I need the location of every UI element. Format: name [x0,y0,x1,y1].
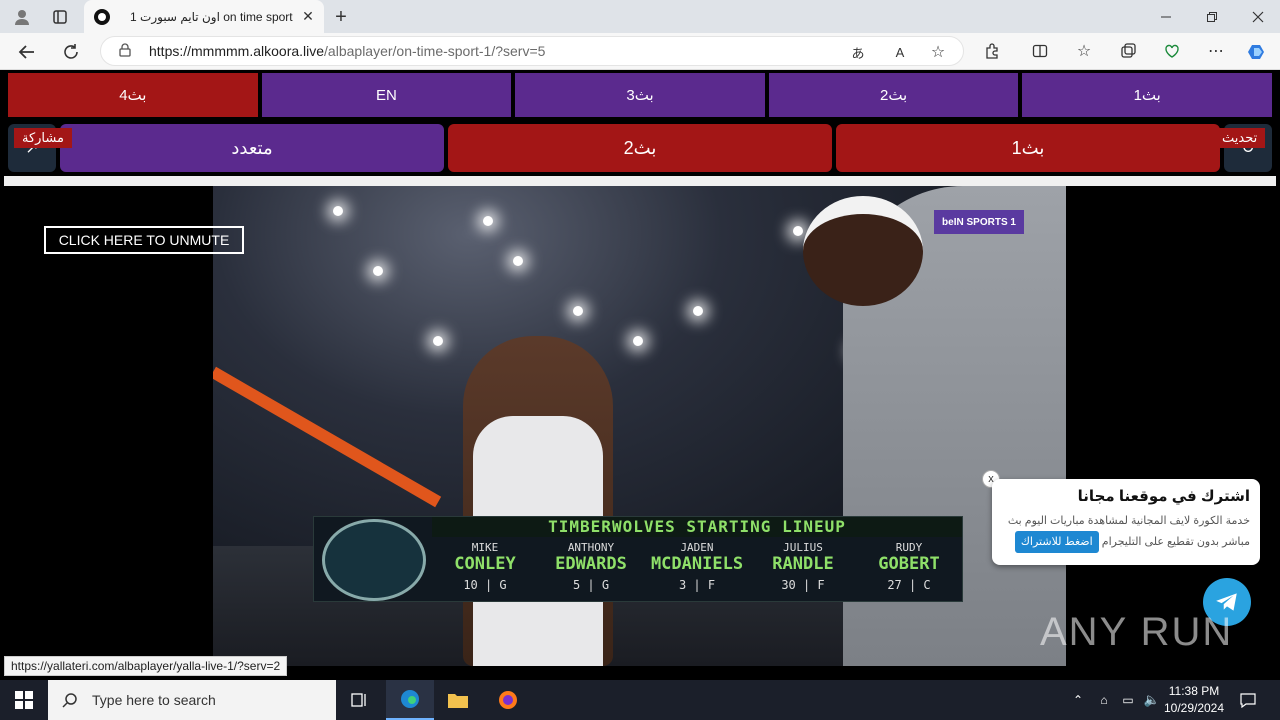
tab-title: اون تايم سبورت 1 on time sport [130,9,293,24]
url-field[interactable]: https://mmmmm.alkoora.live/albaplayer/on… [100,36,964,66]
lineup-player: JADEN MCDANIELS 3 | F [650,541,744,592]
subscribe-button[interactable]: اضغط للاشتراك [1014,531,1099,553]
server-button-3[interactable]: بث3 [515,73,765,117]
unmute-button[interactable]: CLICK HERE TO UNMUTE [44,226,244,254]
restore-button[interactable] [1190,0,1234,33]
copilot-icon[interactable] [1244,39,1270,65]
refresh-icon[interactable] [56,37,86,67]
new-tab-button[interactable]: + [328,4,354,30]
arena-led-strip [213,366,442,508]
timberwolves-logo [322,519,426,601]
url-host: https://mmmmm.alkoora.live [149,43,325,59]
lineup-player: RUDY GOBERT 27 | C [878,541,940,592]
split-screen-icon[interactable] [1028,39,1052,63]
popup-description: خدمة الكورة لايف المجانية لمشاهدة مباريا… [1002,511,1250,553]
ethernet-icon[interactable]: ▭ [1116,680,1140,720]
lineup-title: TIMBERWOLVES STARTING LINEUP [432,517,962,537]
browser-tab-bar: اون تايم سبورت 1 on time sport ✕ + [0,0,1280,33]
lineup-player: JULIUS RANDLE 30 | F [772,541,834,592]
server-button-2[interactable]: بث2 [768,73,1019,117]
favorite-star-icon[interactable]: ☆ [927,41,949,63]
url-path: /albaplayer/on-time-sport-1/?serv=5 [324,43,546,59]
back-arrow-icon[interactable] [12,37,42,67]
tab-actions-icon[interactable] [46,4,74,30]
url-text: https://mmmmm.alkoora.live/albaplayer/on… [149,43,545,59]
close-window-button[interactable] [1236,0,1280,33]
channel-logo: beIN SPORTS 1 [934,210,1024,234]
clock-date: 10/29/2024 [1163,701,1225,715]
stream-button-2[interactable]: بث2 [448,124,832,172]
browser-essentials-icon[interactable] [1160,39,1184,63]
notifications-icon[interactable] [1228,680,1268,720]
stream-button-1[interactable]: بث1 [836,124,1220,172]
file-explorer-icon[interactable] [434,680,482,720]
server-button-1[interactable]: بث1 [1022,73,1272,117]
video-player[interactable]: beIN SPORTS 1 TIMBERWOLVES STARTING LINE… [4,186,1276,666]
tray-chevron-icon[interactable]: ⌃ [1066,680,1090,720]
video-frame[interactable]: beIN SPORTS 1 TIMBERWOLVES STARTING LINE… [213,186,1066,666]
network-icon[interactable]: ⌂ [1092,680,1116,720]
horizontal-scrollbar[interactable] [4,176,1276,186]
collections-icon[interactable] [1116,39,1140,63]
server-button-en[interactable]: EN [261,73,512,117]
subscribe-popup: اشترك في موقعنا مجانا خدمة الكورة لايف ا… [992,479,1260,565]
more-menu-icon[interactable]: ⋯ [1204,39,1228,63]
system-clock[interactable]: 11:38 PM 10/29/2024 [1160,683,1228,717]
stream-button-multi[interactable]: متعدد [60,124,444,172]
lineup-player: MIKE CONLEY 10 | G [454,541,516,592]
address-toolbar: https://mmmmm.alkoora.live/albaplayer/on… [0,33,1280,70]
lineup-graphic: TIMBERWOLVES STARTING LINEUP MIKE CONLEY… [313,516,963,602]
windows-logo-icon [15,691,33,709]
server-row-2: بث1 بث2 متعدد [60,124,1220,172]
read-aloud-icon[interactable]: A [889,41,911,63]
extensions-icon[interactable] [980,39,1004,63]
server-button-4[interactable]: بث4 [8,73,258,117]
edge-taskbar-icon[interactable] [386,680,434,720]
refresh-label: تحديث [1214,128,1266,148]
soccer-ball-icon [94,8,110,25]
tab-close-button[interactable]: ✕ [298,8,318,25]
taskbar-search[interactable]: Type here to search [48,680,336,720]
search-placeholder: Type here to search [92,692,216,708]
status-bar-url: https://yallateri.com/albaplayer/yalla-l… [4,656,288,676]
clock-time: 11:38 PM [1168,684,1220,698]
page-content: بث1 بث2 بث3 EN بث4 ↗ بث1 بث2 متعدد ↻ مشا… [0,70,1280,680]
browser-tab-active[interactable]: اون تايم سبورت 1 on time sport ✕ [84,0,324,33]
search-icon [62,693,77,708]
minimize-button[interactable] [1144,0,1188,33]
profile-icon[interactable] [8,4,36,30]
popup-title: اشترك في موقعنا مجانا [1077,488,1250,505]
firefox-icon[interactable] [484,680,532,720]
favorites-icon[interactable]: ☆ [1072,39,1096,63]
lineup-player: ANTHONY EDWARDS 5 | G [555,541,627,592]
player-figure-left [463,336,613,666]
lineup-players: MIKE CONLEY 10 | G ANTHONY EDWARDS 5 | G… [432,541,962,601]
windows-taskbar: Type here to search ⌃ ⌂ ▭ 🔈 11:38 PM 10/… [0,680,1280,720]
translate-icon[interactable]: あ [847,41,869,63]
share-label: مشاركة [14,128,72,148]
task-view-icon[interactable] [336,680,384,720]
anyrun-watermark: ANY RUN [1040,610,1234,654]
start-button[interactable] [0,680,48,720]
server-row-1: بث1 بث2 بث3 EN بث4 [8,73,1272,117]
lock-icon [119,42,133,60]
